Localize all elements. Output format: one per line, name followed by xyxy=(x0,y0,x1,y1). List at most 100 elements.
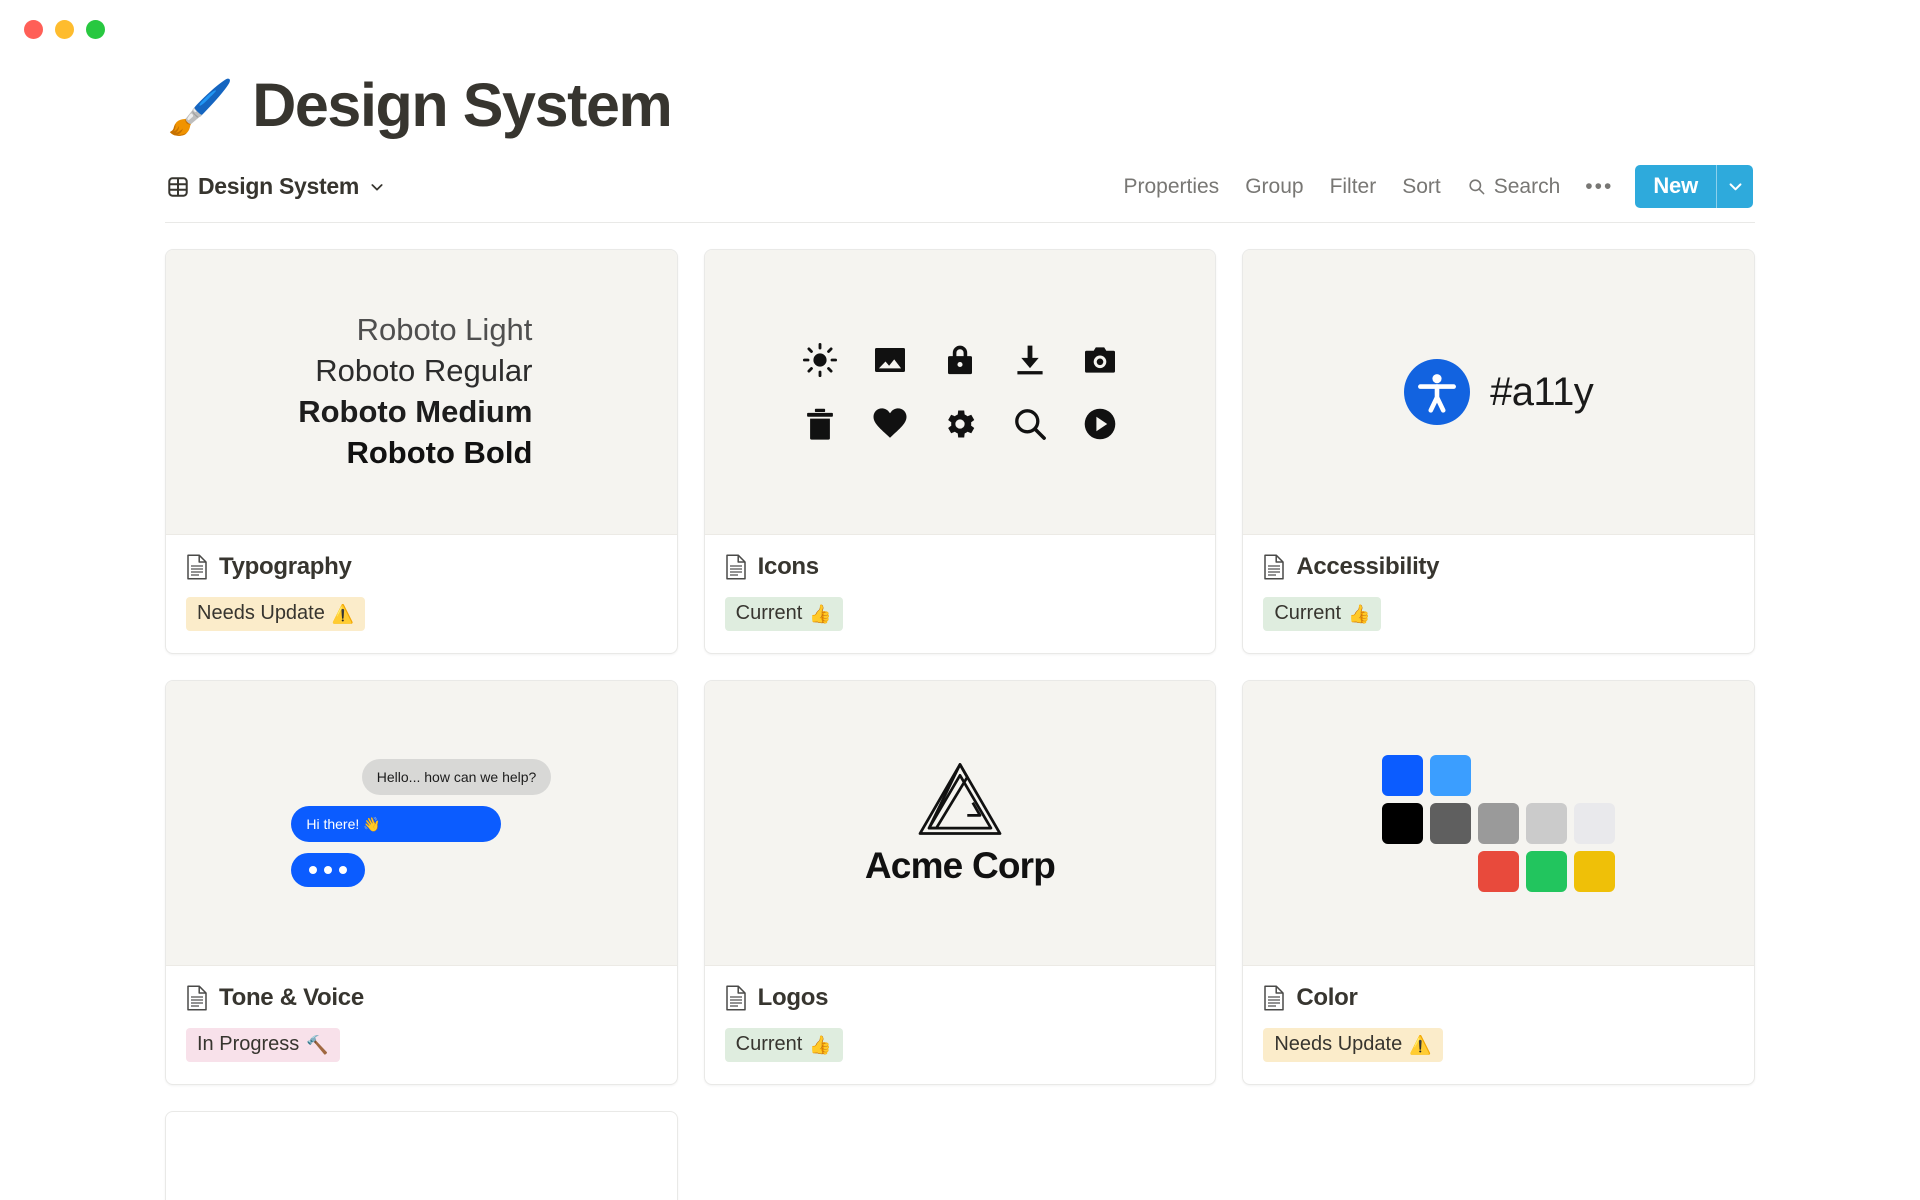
new-button-dropdown[interactable] xyxy=(1716,165,1753,208)
chevron-down-icon xyxy=(1727,178,1744,195)
card-title-row: Icons xyxy=(725,553,1196,581)
page-icon xyxy=(1263,554,1285,580)
gallery-card-color[interactable]: Color Needs Update ⚠️ xyxy=(1242,680,1755,1085)
more-options-button[interactable]: ••• xyxy=(1573,170,1625,203)
penrose-triangle-icon xyxy=(914,759,1006,839)
gallery-grid: Roboto Light Roboto Regular Roboto Mediu… xyxy=(165,249,1755,1085)
status-badge[interactable]: Needs Update ⚠️ xyxy=(186,597,365,631)
warning-icon: ⚠️ xyxy=(332,605,354,623)
type-sample-bold: Roboto Bold xyxy=(298,433,532,474)
card-title: Icons xyxy=(758,553,819,581)
gallery-card-tone-voice[interactable]: Hello... how can we help? Hi there! 👋 xyxy=(165,680,678,1085)
thumbs-up-icon: 👍 xyxy=(809,605,831,623)
typography-specimen: Roboto Light Roboto Regular Roboto Mediu… xyxy=(298,310,544,474)
status-badge-label: Needs Update xyxy=(1274,1032,1402,1057)
type-sample-regular: Roboto Regular xyxy=(298,351,532,392)
window-zoom-button[interactable] xyxy=(86,20,105,39)
page-icon xyxy=(186,985,208,1011)
gallery-grid-empty-cell xyxy=(704,1111,1217,1200)
status-badge[interactable]: Needs Update ⚠️ xyxy=(1263,1028,1442,1062)
sort-button[interactable]: Sort xyxy=(1389,169,1454,205)
card-title-row: Logos xyxy=(725,984,1196,1012)
database-toolbar: Design System Properties Group Filter So… xyxy=(165,165,1755,223)
gallery-card-accessibility[interactable]: #a11y Accessibili xyxy=(1242,249,1755,654)
search-button[interactable]: Search xyxy=(1454,169,1574,205)
color-swatch xyxy=(1478,851,1519,892)
card-title-row: Color xyxy=(1263,984,1734,1012)
gallery-card-typography[interactable]: Roboto Light Roboto Regular Roboto Mediu… xyxy=(165,249,678,654)
card-title: Color xyxy=(1296,984,1357,1012)
filter-button[interactable]: Filter xyxy=(1317,169,1390,205)
warning-icon: ⚠️ xyxy=(1409,1036,1431,1054)
accessibility-person-icon xyxy=(1404,359,1470,425)
search-icon xyxy=(1012,406,1048,442)
gallery-card-logos[interactable]: Acme Corp Logos xyxy=(704,680,1217,1085)
search-button-label: Search xyxy=(1494,175,1561,199)
color-swatch xyxy=(1526,851,1567,892)
a11y-mark: #a11y xyxy=(1404,359,1593,425)
a11y-hashtag-label: #a11y xyxy=(1490,370,1593,415)
swatch-row-neutral xyxy=(1382,803,1615,844)
card-preview-color xyxy=(1243,681,1754,966)
card-preview-logos: Acme Corp xyxy=(705,681,1216,966)
status-badge-label: In Progress xyxy=(197,1032,299,1057)
card-title-row: Typography xyxy=(186,553,657,581)
icon-sheet xyxy=(797,334,1123,450)
gallery-card-partial[interactable] xyxy=(165,1111,678,1200)
page-title: 🖌️ Design System xyxy=(165,72,1755,139)
image-icon xyxy=(872,342,908,378)
gallery-grid-empty-cell xyxy=(1242,1111,1755,1200)
color-swatch xyxy=(1526,803,1567,844)
swatch-row-brand xyxy=(1382,755,1615,796)
app-window: 🖌️ Design System Design System xyxy=(0,0,1920,1200)
chat-bubble-outgoing: Hi there! 👋 xyxy=(291,806,501,842)
status-badge[interactable]: Current 👍 xyxy=(725,597,843,631)
new-button[interactable]: New xyxy=(1635,165,1716,208)
page-icon xyxy=(1263,985,1285,1011)
status-badge-label: Current xyxy=(736,1032,803,1057)
download-icon xyxy=(1012,342,1048,378)
view-selector[interactable]: Design System xyxy=(167,173,385,200)
gallery-view-icon xyxy=(167,176,189,198)
status-badge[interactable]: Current 👍 xyxy=(1263,597,1381,631)
gear-icon xyxy=(942,406,978,442)
chat-bubble-incoming: Hello... how can we help? xyxy=(362,759,552,795)
window-minimize-button[interactable] xyxy=(55,20,74,39)
status-badge-label: Current xyxy=(1274,601,1341,626)
card-title-row: Tone & Voice xyxy=(186,984,657,1012)
color-swatches xyxy=(1382,755,1615,892)
card-preview-icons xyxy=(705,250,1216,535)
thumbs-up-icon: 👍 xyxy=(1348,605,1370,623)
new-button-group: New xyxy=(1635,165,1753,208)
card-title: Typography xyxy=(219,553,352,581)
window-traffic-lights xyxy=(24,20,105,39)
group-button[interactable]: Group xyxy=(1232,169,1316,205)
properties-button[interactable]: Properties xyxy=(1110,169,1232,205)
logo-lockup: Acme Corp xyxy=(865,759,1055,887)
camera-icon xyxy=(1082,342,1118,378)
gallery-grid-next-row xyxy=(165,1111,1755,1200)
card-preview-accessibility: #a11y xyxy=(1243,250,1754,535)
window-close-button[interactable] xyxy=(24,20,43,39)
gallery-card-icons[interactable]: Icons Current 👍 xyxy=(704,249,1217,654)
color-swatch xyxy=(1430,755,1471,796)
page-emoji-icon[interactable]: 🖌️ xyxy=(167,81,234,135)
card-body: Tone & Voice In Progress 🔨 xyxy=(166,966,677,1084)
type-sample-light: Roboto Light xyxy=(298,310,532,351)
brightness-icon xyxy=(802,342,838,378)
typing-dot-icon xyxy=(324,866,332,874)
page-icon xyxy=(725,985,747,1011)
color-swatch xyxy=(1478,803,1519,844)
search-icon xyxy=(1467,177,1486,196)
chat-mockup: Hello... how can we help? Hi there! 👋 xyxy=(291,759,551,887)
typing-dot-icon xyxy=(309,866,317,874)
status-badge[interactable]: Current 👍 xyxy=(725,1028,843,1062)
card-title: Logos xyxy=(758,984,829,1012)
page-icon xyxy=(186,554,208,580)
color-swatch xyxy=(1574,803,1615,844)
card-title-row: Accessibility xyxy=(1263,553,1734,581)
status-badge[interactable]: In Progress 🔨 xyxy=(186,1028,340,1062)
lock-icon xyxy=(942,342,978,378)
page-title-text[interactable]: Design System xyxy=(252,72,671,139)
status-badge-label: Needs Update xyxy=(197,601,325,626)
